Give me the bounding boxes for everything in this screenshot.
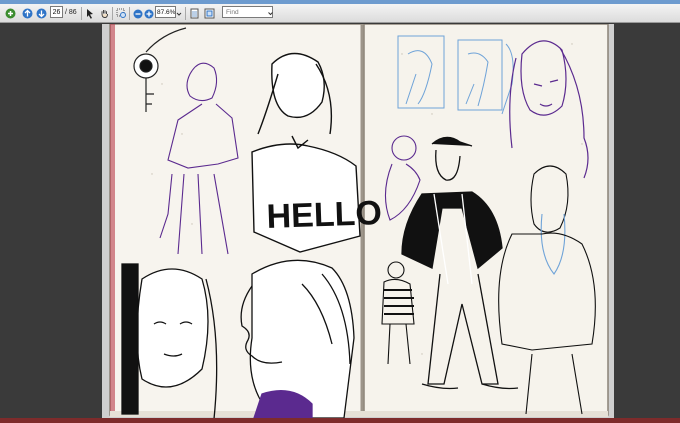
open-icon[interactable]	[4, 7, 17, 20]
page-number-input[interactable]: 26	[50, 6, 63, 18]
fit-width-icon[interactable]	[189, 7, 200, 20]
page-total-label: / 86	[65, 9, 77, 16]
toolbar-divider	[81, 7, 82, 20]
select-tool-icon[interactable]	[85, 7, 96, 20]
toolbar-divider	[185, 7, 186, 20]
marquee-zoom-icon[interactable]	[116, 7, 127, 20]
pdf-toolbar: 26 / 86 87.6% Find	[0, 4, 680, 23]
hand-tool-icon[interactable]	[99, 7, 110, 20]
toolbar-divider	[112, 7, 113, 20]
window-bottom-edge	[0, 418, 680, 423]
prev-page-icon[interactable]	[22, 7, 33, 20]
hello-shirt-text: HELLO	[266, 194, 382, 236]
zoom-dropdown-chevron-icon[interactable]	[176, 7, 182, 20]
zoom-in-icon[interactable]	[144, 7, 154, 20]
document-page[interactable]: HELLO	[102, 24, 614, 423]
zoom-out-icon[interactable]	[133, 7, 143, 20]
find-dropdown-chevron-icon[interactable]	[268, 7, 273, 20]
toolbar-divider	[129, 7, 130, 20]
find-input[interactable]: Find	[222, 6, 273, 18]
next-page-icon[interactable]	[36, 7, 47, 20]
fit-page-icon[interactable]	[204, 7, 215, 20]
zoom-level-input[interactable]: 87.6%	[155, 6, 176, 18]
